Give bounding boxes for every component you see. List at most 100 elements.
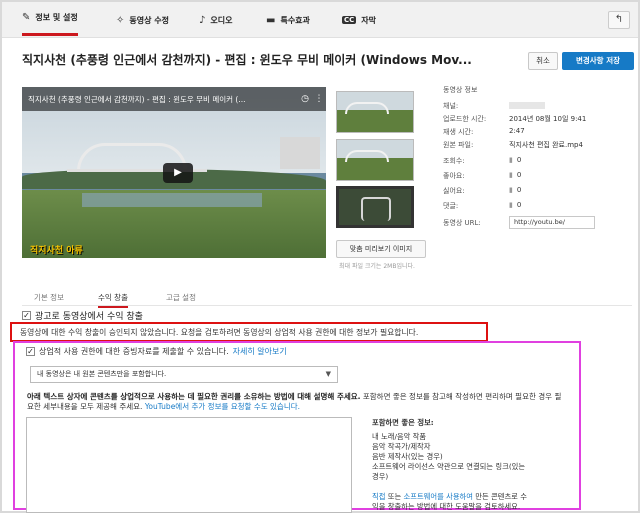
info-label: 채널: (443, 102, 459, 110)
info-channel: 채널: (443, 101, 545, 111)
info-comments: 댓글: ▮ 0 (443, 201, 521, 211)
tab-label: 특수효과 (280, 15, 310, 25)
tip-line: 내 노래/음악 작품 (372, 432, 427, 441)
tip-line: 음악 작곡가/제작자 (372, 442, 431, 451)
player-title-bar: 직지사천 (추풍령 인근에서 감천까지) - 편집 : 윈도우 무비 메이커 (… (22, 87, 326, 111)
editor-tab-bar: ✎ 정보 및 설정 ✧ 동영상 수정 ♪ 오디오 ▬ 특수효과 CC 자막 ↰ (2, 2, 638, 38)
info-value: 2014년 08월 10일 9:41 (509, 115, 587, 123)
tip-line: 음반 제작사(있는 경우) (372, 452, 443, 461)
chat-bubble-icon: ▬ (266, 14, 276, 26)
video-info-panel: 동영상 정보 채널: 업로드한 시간: 2014년 08월 10일 9:41 재… (443, 85, 633, 229)
learn-more-link[interactable]: 자세히 알아보기 (233, 346, 287, 357)
info-dislikes: 싫어요: ▮ 0 (443, 186, 521, 196)
tab-enhancements[interactable]: ✧ 동영상 수정 (116, 2, 169, 38)
tab-annotations[interactable]: ▬ 특수효과 (266, 2, 310, 38)
subtab-basic-info[interactable]: 기본 정보 (34, 292, 64, 303)
info-duration: 재생 시간: 2:47 (443, 127, 525, 137)
rights-instructions: 아래 텍스트 상자에 콘텐츠를 상업적으로 사용하는 데 필요한 권리를 소유하… (27, 392, 567, 412)
info-value: 0 (516, 171, 522, 179)
video-player[interactable]: 직지사천 (추풍령 인근에서 감천까지) - 편집 : 윈도우 무비 메이커 (… (22, 87, 326, 258)
direct-link[interactable]: 직접 (372, 492, 385, 501)
thumb-map-road (361, 197, 391, 221)
commercial-rights-label: 상업적 사용 권한에 대한 증빙자료를 제출할 수 있습니다. (39, 347, 229, 356)
info-value: 2:47 (509, 127, 525, 135)
info-views: 조회수: ▮ 0 (443, 156, 521, 166)
thumbnail-size-hint: 최대 파일 크기는 2MB입니다. (339, 263, 415, 270)
info-url-label: 동영상 URL: (443, 219, 481, 227)
player-title: 직지사천 (추풍령 인근에서 감천까지) - 편집 : 윈도우 무비 메이커 (… (28, 94, 246, 104)
thumbs-up-icon: ▮ (509, 171, 513, 179)
content-ownership-select[interactable]: 내 동영상은 내 원본 콘텐츠만을 포함합니다. ▼ (30, 366, 338, 383)
cancel-button[interactable]: 취소 (528, 52, 558, 70)
tab-info-settings[interactable]: ✎ 정보 및 설정 (22, 2, 78, 36)
settings-subtabs: 기본 정보 수익 창출 고급 설정 (22, 290, 632, 308)
return-arrow-icon: ↰ (614, 14, 624, 25)
subtab-advanced-settings[interactable]: 고급 설정 (166, 292, 196, 303)
software-link[interactable]: 소프트웨어를 사용하여 (404, 492, 473, 501)
video-frame-building (280, 137, 320, 169)
thumbs-down-icon: ▮ (509, 186, 513, 194)
back-button[interactable]: ↰ (608, 11, 630, 29)
cc-icon: CC (342, 16, 357, 24)
tab-label: 자막 (361, 15, 377, 25)
tip-text: 또는 (385, 492, 404, 501)
info-label: 원본 파일: (443, 141, 474, 149)
tip-line: 소프트웨어 라이선스 약관으로 연결되는 링크(있는 (372, 462, 526, 471)
watch-later-icon[interactable]: ◷ (298, 94, 312, 104)
instructions-bold: 아래 텍스트 상자에 콘텐츠를 상업적으로 사용하는 데 필요한 권리를 소유하… (27, 392, 361, 401)
info-value: 직지사천 편집 완료.mp4 (509, 141, 583, 149)
pencil-icon: ✎ (22, 12, 31, 23)
tab-label: 동영상 수정 (129, 15, 169, 25)
info-label: 조회수: (443, 157, 465, 165)
tab-audio[interactable]: ♪ 오디오 (199, 2, 232, 38)
tab-label: 정보 및 설정 (35, 13, 78, 22)
channel-name-redacted (509, 102, 545, 109)
tip-text: 만든 콘텐츠로 수 (472, 492, 527, 501)
info-label: 업로드한 시간: (443, 115, 487, 123)
info-label: 재생 시간: (443, 128, 474, 136)
info-value: 0 (516, 201, 522, 209)
commercial-rights-row: ✓ 상업적 사용 권한에 대한 증빙자료를 제출할 수 있습니다. 자세히 알아… (26, 346, 287, 357)
save-changes-button[interactable]: 변경사항 저장 (562, 52, 634, 70)
monetize-with-ads-row: ✓ 광고로 동영상에서 수익 창출 (22, 309, 143, 322)
tip-help-line: 직접 또는 소프트웨어를 사용하여 만든 콘텐츠로 수 (372, 492, 582, 502)
tip-line: 경우) (372, 472, 389, 481)
monetize-checkbox[interactable]: ✓ (22, 311, 31, 320)
video-watermark-text: 직지사천 아류 (30, 246, 83, 256)
comment-icon: ▮ (509, 201, 513, 209)
info-label: 댓글: (443, 202, 459, 210)
instructions-note: YouTube에서 추가 정보를 요청할 수도 있습니다. (144, 402, 301, 411)
commercial-rights-checkbox[interactable]: ✓ (26, 347, 35, 356)
tab-label: 오디오 (210, 15, 233, 25)
video-title: 직지사천 (추풍령 인근에서 감천까지) - 편집 : 윈도우 무비 메이커 (… (22, 53, 472, 67)
info-label: 싫어요: (443, 187, 465, 195)
video-frame-water (82, 193, 262, 208)
thumbnail-option-2[interactable] (336, 139, 414, 181)
play-button[interactable]: ▶ (163, 163, 193, 183)
info-source-file: 원본 파일: 직지사천 편집 완료.mp4 (443, 140, 583, 150)
play-icon: ▶ (174, 167, 182, 178)
info-upload-time: 업로드한 시간: 2014년 08월 10일 9:41 (443, 114, 586, 124)
monetize-label: 광고로 동영상에서 수익 창출 (35, 312, 143, 322)
thumbnail-option-1[interactable] (336, 91, 414, 133)
helpful-info-panel: 포함하면 좋은 정보: 내 노래/음악 작품 음악 작곡가/제작자 음반 제작사… (372, 418, 582, 512)
subtab-monetization[interactable]: 수익 창출 (98, 292, 128, 308)
music-note-icon: ♪ (199, 14, 206, 26)
info-likes: 좋아요: ▮ 0 (443, 171, 521, 181)
rights-explanation-textarea[interactable] (26, 417, 352, 513)
thumb-bridge (345, 102, 389, 114)
video-info-header: 동영상 정보 (443, 86, 478, 94)
thumb-bridge (345, 150, 389, 162)
info-value: 0 (516, 186, 522, 194)
thumbnail-option-3-selected[interactable] (336, 186, 414, 228)
dropdown-caret-icon: ▼ (325, 370, 331, 378)
select-value: 내 동영상은 내 원본 콘텐츠만을 포함합니다. (37, 370, 167, 378)
video-url-field[interactable]: http://youtu.be/ (509, 216, 595, 229)
monetization-not-approved-notice: 동영상에 대한 수익 창출이 승인되지 않았습니다. 요청을 검토하려면 동영상… (10, 322, 488, 342)
tab-subtitles[interactable]: CC 자막 (342, 2, 376, 38)
custom-thumbnail-button[interactable]: 맞춤 미리보기 이미지 (336, 240, 426, 258)
info-label: 좋아요: (443, 172, 465, 180)
info-value: 0 (516, 156, 522, 164)
wand-icon: ✧ (116, 14, 125, 26)
more-icon[interactable]: ⋮ (312, 94, 326, 104)
